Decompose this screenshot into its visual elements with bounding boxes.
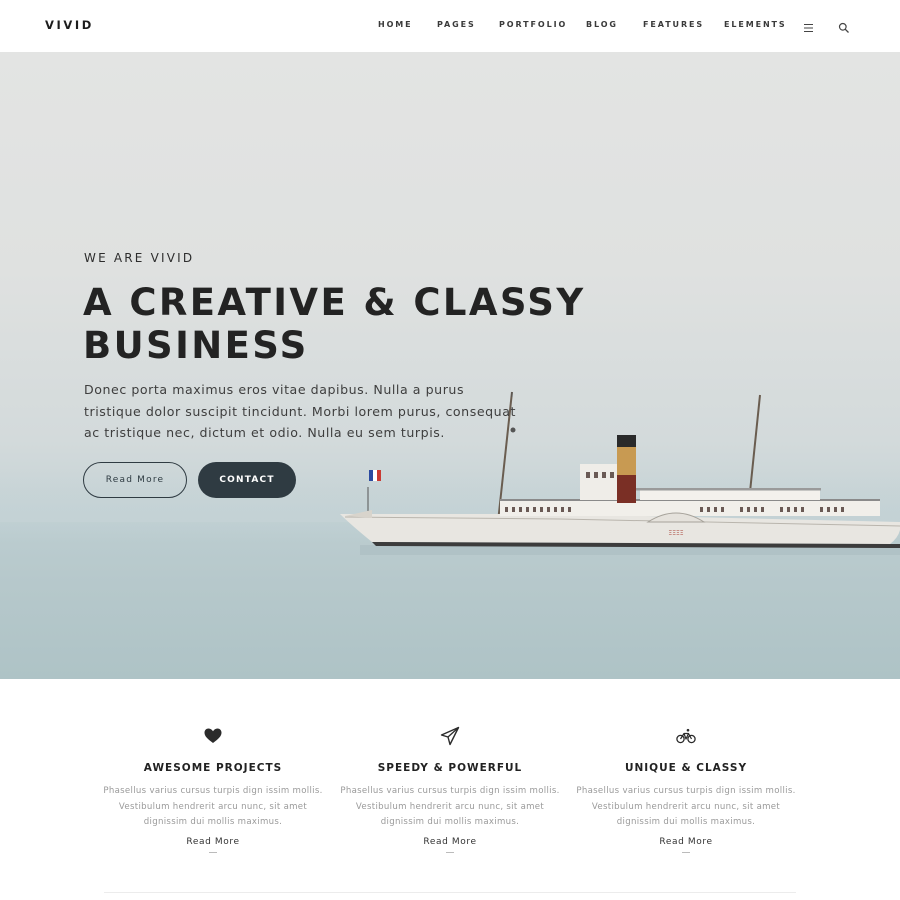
hero-kicker: WE ARE VIVID (84, 251, 195, 265)
menu-icon[interactable] (803, 19, 815, 32)
feature-title: UNIQUE & CLASSY (624, 762, 748, 774)
feature-title: AWESOME PROJECTS (143, 762, 283, 774)
feature-read-more-link[interactable]: Read More (568, 837, 804, 847)
link-underline (209, 852, 217, 853)
nav-item-home[interactable]: HOME (378, 20, 413, 29)
nav-item-elements[interactable]: ELEMENTS (724, 20, 787, 29)
feature-description: Phasellus varius cursus turpis dign issi… (340, 786, 560, 827)
hero-title-line-1: A CREATIVE & CLASSY (83, 281, 586, 324)
main-nav: HOME PAGES PORTFOLIO BLOG FEATURES ELEME… (0, 0, 900, 52)
ship-name-text: ΞΞΞΞ (668, 530, 683, 537)
feature-title: SPEEDY & POWERFUL (377, 762, 523, 774)
link-underline (446, 852, 454, 853)
nav-item-pages[interactable]: PAGES (437, 20, 476, 29)
nav-item-portfolio[interactable]: PORTFOLIO (499, 20, 567, 29)
feature-read-more-link[interactable]: Read More (332, 837, 568, 847)
hero-title-line-2: BUSINESS (83, 324, 309, 367)
hero-title: A CREATIVE & CLASSY BUSINESS (83, 281, 603, 367)
search-icon[interactable] (838, 19, 850, 33)
feature-description: Phasellus varius cursus turpis dign issi… (103, 786, 323, 827)
link-underline (682, 852, 690, 853)
feature-read-more-link[interactable]: Read More (95, 837, 331, 847)
hero-section: ΞΞΞΞ WE ARE VIVID A CREATIVE & CLASSY BU… (0, 52, 900, 679)
bicycle-icon (676, 726, 696, 746)
paper-plane-icon (440, 726, 460, 746)
features-section: AWESOME PROJECTS Phasellus varius cursus… (0, 679, 900, 900)
nav-item-blog[interactable]: BLOG (586, 20, 618, 29)
hero-description: Donec porta maximus eros vitae dapibus. … (84, 382, 516, 440)
nav-item-features[interactable]: FEATURES (643, 20, 704, 29)
section-divider (104, 892, 796, 893)
heart-icon (203, 726, 223, 746)
feature-description: Phasellus varius cursus turpis dign issi… (576, 786, 796, 827)
read-more-button[interactable]: Read More (83, 462, 187, 498)
site-header: VIVID HOME PAGES PORTFOLIO BLOG FEATURES… (0, 0, 900, 52)
contact-button[interactable]: CONTACT (198, 462, 296, 498)
